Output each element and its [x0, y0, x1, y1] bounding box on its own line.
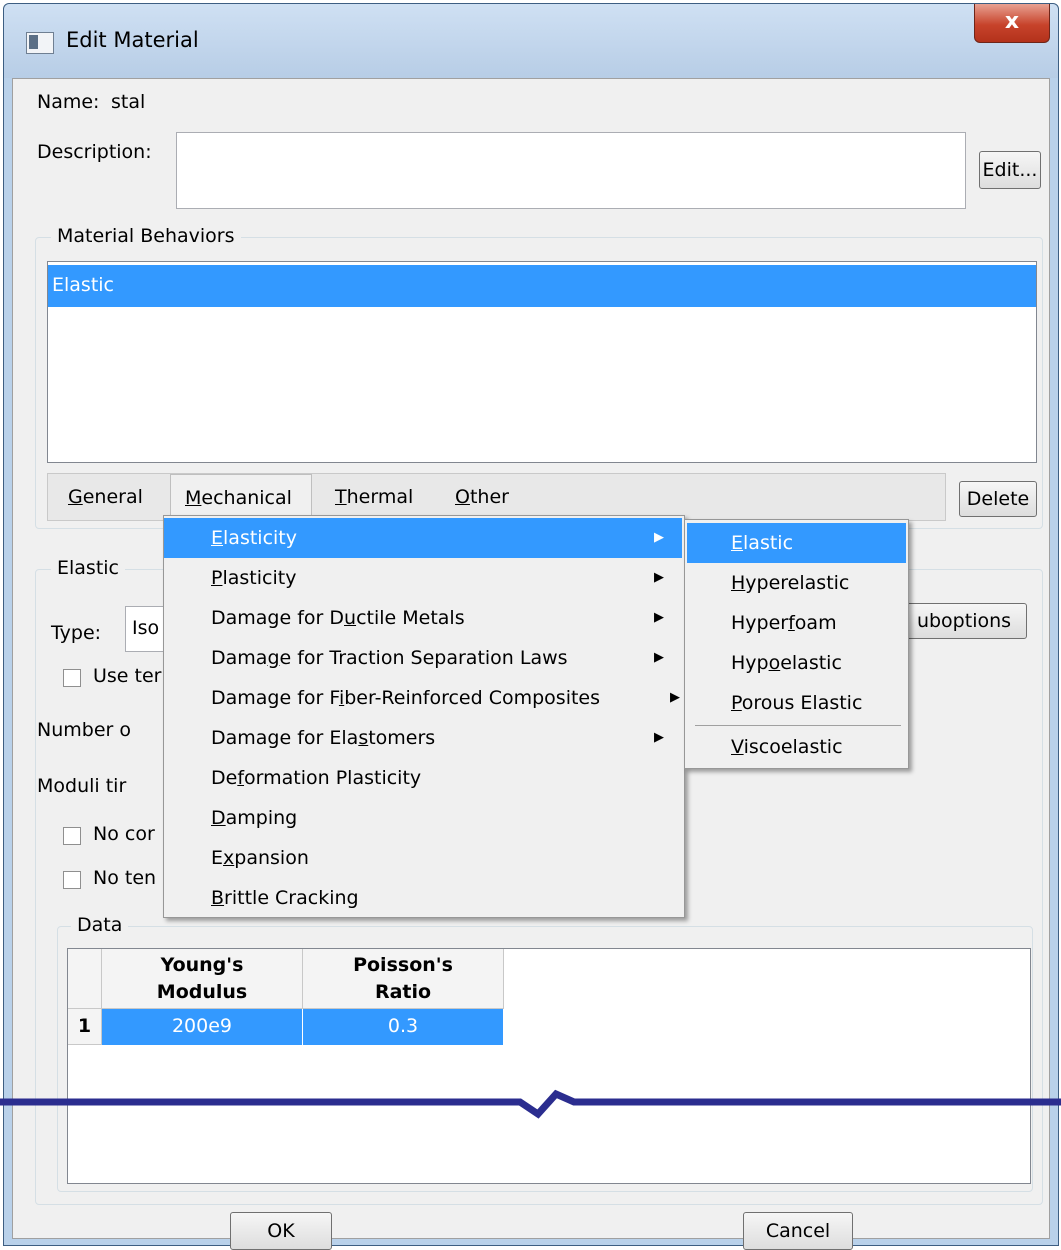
submenu-separator [695, 725, 901, 726]
description-field[interactable] [176, 132, 966, 209]
material-behaviors-title: Material Behaviors [51, 225, 241, 247]
column-header-poissons-ratio[interactable]: Poisson's Ratio [303, 949, 504, 1009]
name-label: Name: [37, 91, 100, 113]
edit-description-button[interactable]: Edit... [979, 151, 1041, 189]
window-icon [26, 32, 54, 54]
moduli-time-scale-label: Moduli tir [37, 775, 127, 797]
submenu-arrow-icon: ▶ [654, 650, 664, 665]
mechanical-menu: Elasticity ▶ Plasticity ▶ Damage for Ducti… [163, 515, 685, 918]
submenu-arrow-icon: ▶ [670, 690, 680, 705]
description-label: Description: [37, 141, 152, 163]
submenu-arrow-icon: ▶ [654, 530, 664, 545]
submenu-item-viscoelastic[interactable]: Viscoelastic [687, 727, 906, 767]
table-corner [68, 949, 102, 1009]
suboptions-button[interactable]: uboptions [901, 603, 1027, 639]
tab-other[interactable]: Other [455, 486, 509, 508]
menu-item-damage-ductile-metals[interactable]: Damage for Ductile Metals ▶ [164, 598, 682, 638]
menu-item-damage-fiber-reinforced[interactable]: Damage for Fiber-Reinforced Composites ▶ [164, 678, 682, 718]
row-index: 1 [68, 1009, 102, 1045]
submenu-item-porous-elastic[interactable]: Porous Elastic [687, 683, 906, 723]
elasticity-submenu: Elastic Hyperelastic Hyperfoam Hypoelast… [684, 519, 909, 769]
submenu-arrow-icon: ▶ [654, 570, 664, 585]
menu-item-expansion[interactable]: Expansion [164, 838, 682, 878]
behaviors-list[interactable]: Elastic [47, 261, 1037, 463]
no-tension-label: No ten [93, 867, 157, 889]
data-group-title: Data [71, 914, 129, 936]
close-button[interactable]: x [974, 4, 1050, 43]
use-temperature-label: Use ter [93, 665, 162, 687]
window-title: Edit Material [66, 28, 199, 52]
type-label: Type: [51, 622, 102, 644]
menu-item-damage-elastomers[interactable]: Damage for Elastomers ▶ [164, 718, 682, 758]
no-compression-label: No cor [93, 823, 155, 845]
menu-item-damage-traction-separation[interactable]: Damage for Traction Separation Laws ▶ [164, 638, 682, 678]
submenu-item-hyperfoam[interactable]: Hyperfoam [687, 603, 906, 643]
behavior-tab-strip: General Mechanical Thermal Other [47, 473, 946, 521]
menu-item-damping[interactable]: Damping [164, 798, 682, 838]
menu-item-deformation-plasticity[interactable]: Deformation Plasticity [164, 758, 682, 798]
cancel-button[interactable]: Cancel [743, 1212, 853, 1250]
title-bar[interactable]: Edit Material x [4, 4, 1058, 78]
name-value: stal [111, 91, 146, 113]
submenu-arrow-icon: ▶ [654, 610, 664, 625]
column-header-youngs-modulus[interactable]: Young's Modulus [102, 949, 303, 1009]
menu-item-elasticity[interactable]: Elasticity ▶ [164, 518, 682, 558]
tab-thermal[interactable]: Thermal [335, 486, 413, 508]
elastic-group-title: Elastic [51, 557, 126, 579]
behavior-item-elastic[interactable]: Elastic [48, 265, 1036, 307]
table-cell-youngs-modulus[interactable]: 200e9 [102, 1009, 303, 1045]
submenu-item-hypoelastic[interactable]: Hypoelastic [687, 643, 906, 683]
submenu-item-hyperelastic[interactable]: Hyperelastic [687, 563, 906, 603]
ok-button[interactable]: OK [230, 1212, 332, 1250]
menu-item-plasticity[interactable]: Plasticity ▶ [164, 558, 682, 598]
submenu-item-elastic[interactable]: Elastic [687, 523, 906, 563]
data-table[interactable]: Young's Modulus Poisson's Ratio 1 200e9 … [67, 948, 1031, 1184]
delete-behavior-button[interactable]: Delete [959, 481, 1037, 517]
tab-mechanical[interactable]: Mechanical [170, 474, 312, 521]
screenshot-break-line [0, 1089, 1061, 1119]
menu-item-brittle-cracking[interactable]: Brittle Cracking [164, 878, 682, 918]
use-temperature-checkbox[interactable] [63, 669, 81, 687]
tab-general[interactable]: General [68, 486, 143, 508]
number-of-field-variables-label: Number o [37, 719, 131, 741]
no-compression-checkbox[interactable] [63, 827, 81, 845]
table-cell-poissons-ratio[interactable]: 0.3 [303, 1009, 504, 1045]
no-tension-checkbox[interactable] [63, 871, 81, 889]
submenu-arrow-icon: ▶ [654, 730, 664, 745]
